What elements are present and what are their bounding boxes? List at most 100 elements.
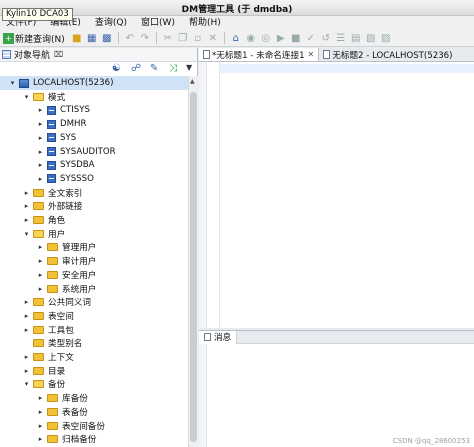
tree-item[interactable]: ▸ 归档备份: [0, 432, 188, 446]
collapsed-arrow-icon[interactable]: ▸: [22, 326, 31, 334]
execute-icon[interactable]: ▶: [274, 31, 288, 45]
paste-icon[interactable]: ▫: [191, 31, 205, 45]
tree-item[interactable]: ▸ SYS: [0, 131, 188, 145]
tree-item[interactable]: ▸ 目录: [0, 364, 188, 378]
navigator-tab[interactable]: 对象导航 ⌧: [0, 48, 197, 62]
message-gutter: [199, 344, 207, 447]
collapsed-arrow-icon[interactable]: ▸: [22, 367, 31, 375]
tree-item[interactable]: ▸ DMHR: [0, 117, 188, 131]
home-icon[interactable]: ⌂: [229, 31, 243, 45]
undo-icon[interactable]: ↶: [123, 31, 137, 45]
uncomment-icon[interactable]: ▨: [379, 31, 393, 45]
delete-icon[interactable]: ✕: [206, 31, 220, 45]
collapsed-arrow-icon[interactable]: ▸: [36, 120, 45, 128]
message-output[interactable]: [199, 344, 474, 447]
message-tab-label: 消息: [214, 333, 232, 343]
expanded-arrow-icon[interactable]: ▾: [22, 230, 31, 238]
tree-item[interactable]: ▾ 用户: [0, 227, 188, 241]
explain-icon[interactable]: ☰: [334, 31, 348, 45]
collapsed-arrow-icon[interactable]: ▸: [36, 161, 45, 169]
tree-item[interactable]: ▸ SYSSSO: [0, 172, 188, 186]
tree-item[interactable]: ▸ 库备份: [0, 391, 188, 405]
scrollbar-thumb[interactable]: [190, 92, 197, 442]
collapsed-arrow-icon[interactable]: ▸: [36, 257, 45, 265]
menu-window[interactable]: 窗口(W): [135, 16, 183, 30]
schema-icon: [47, 174, 56, 184]
tree-item[interactable]: ▸ CTISYS: [0, 103, 188, 117]
tree-item[interactable]: ▾ 模式: [0, 90, 188, 104]
cut-icon[interactable]: ✂: [161, 31, 175, 45]
collapsed-arrow-icon[interactable]: ▸: [36, 175, 45, 183]
tree-item[interactable]: 类型别名: [0, 336, 188, 350]
new-query-button[interactable]: + 新建查询(N): [3, 32, 69, 45]
expanded-arrow-icon[interactable]: ▾: [22, 93, 31, 101]
collapsed-arrow-icon[interactable]: ▸: [36, 435, 45, 443]
collapsed-arrow-icon[interactable]: ▸: [22, 312, 31, 320]
sql-editor[interactable]: [199, 62, 474, 328]
tree-item[interactable]: ▸ 公共同义词: [0, 295, 188, 309]
navigator-scrollbar[interactable]: ▲: [188, 76, 198, 447]
tree-item[interactable]: ▸ 审计用户: [0, 254, 188, 268]
close-icon[interactable]: ⌧: [54, 50, 63, 59]
refresh-connection-icon[interactable]: ☍: [131, 63, 141, 74]
rollback-icon[interactable]: ↺: [319, 31, 333, 45]
collapsed-arrow-icon[interactable]: ▸: [36, 408, 45, 416]
tree-item-label: 类型别名: [48, 339, 83, 350]
tree-item[interactable]: ▸ 表空间: [0, 309, 188, 323]
copy-icon[interactable]: ❐: [176, 31, 190, 45]
edit-icon[interactable]: ✎: [150, 63, 158, 74]
folder-icon: [47, 270, 58, 279]
tree-item[interactable]: ▸ SYSAUDITOR: [0, 145, 188, 159]
commit-icon[interactable]: ✓: [304, 31, 318, 45]
expanded-arrow-icon[interactable]: ▾: [22, 380, 31, 388]
close-icon[interactable]: ✕: [308, 50, 315, 59]
collapsed-arrow-icon[interactable]: ▸: [22, 353, 31, 361]
expand-icon[interactable]: ⤨: [169, 63, 177, 74]
tree-item[interactable]: ▸ 管理用户: [0, 240, 188, 254]
save-icon[interactable]: ▦: [85, 31, 99, 45]
tree-item[interactable]: ▸ 系统用户: [0, 282, 188, 296]
new-connection-icon[interactable]: ☯: [112, 63, 121, 74]
collapsed-arrow-icon[interactable]: ▸: [36, 285, 45, 293]
tree-item[interactable]: ▸ 工具包: [0, 323, 188, 337]
tree-item[interactable]: ▸ SYSDBA: [0, 158, 188, 172]
tree-item[interactable]: ▸ 全文索引: [0, 186, 188, 200]
menu-help[interactable]: 帮助(H): [183, 16, 229, 30]
tree-item[interactable]: ▾ 备份: [0, 377, 188, 391]
editor-tab-1[interactable]: *无标题1 - 未命名连接1 ✕: [199, 48, 320, 61]
collapsed-arrow-icon[interactable]: ▸: [22, 189, 31, 197]
tab-messages[interactable]: 消息: [199, 330, 238, 344]
view-menu-icon[interactable]: ▼: [186, 63, 192, 72]
collapsed-arrow-icon[interactable]: ▸: [22, 202, 31, 210]
tree-item[interactable]: ▾ LOCALHOST(5236): [0, 76, 188, 90]
collapsed-arrow-icon[interactable]: ▸: [36, 394, 45, 402]
tree-item[interactable]: ▸ 表空间备份: [0, 419, 188, 433]
collapsed-arrow-icon[interactable]: ▸: [36, 243, 45, 251]
disconnect-icon[interactable]: ◎: [259, 31, 273, 45]
collapsed-arrow-icon[interactable]: ▸: [22, 216, 31, 224]
expanded-arrow-icon[interactable]: ▾: [8, 79, 17, 87]
open-folder-icon[interactable]: ■: [70, 31, 84, 45]
menu-query[interactable]: 查询(Q): [89, 16, 135, 30]
collapsed-arrow-icon[interactable]: ▸: [36, 106, 45, 114]
collapsed-arrow-icon[interactable]: ▸: [36, 271, 45, 279]
format-icon[interactable]: ▤: [349, 31, 363, 45]
tree-item[interactable]: ▸ 安全用户: [0, 268, 188, 282]
tree-item[interactable]: ▸ 表备份: [0, 405, 188, 419]
collapsed-arrow-icon[interactable]: ▸: [36, 422, 45, 430]
tree-item[interactable]: ▸ 角色: [0, 213, 188, 227]
redo-icon[interactable]: ↷: [138, 31, 152, 45]
tree-item[interactable]: ▸ 上下文: [0, 350, 188, 364]
tree-item[interactable]: ▸ 外部链接: [0, 199, 188, 213]
folder-icon: [33, 311, 44, 320]
folder-icon: [47, 284, 58, 293]
connect-icon[interactable]: ◉: [244, 31, 258, 45]
collapsed-arrow-icon[interactable]: ▸: [22, 298, 31, 306]
stop-icon[interactable]: ■: [289, 31, 303, 45]
save-all-icon[interactable]: ▩: [100, 31, 114, 45]
comment-icon[interactable]: ▧: [364, 31, 378, 45]
scroll-up-icon[interactable]: ▲: [190, 78, 195, 85]
editor-tab-2[interactable]: 无标题2 - LOCALHOST(5236): [319, 48, 456, 61]
collapsed-arrow-icon[interactable]: ▸: [36, 134, 45, 142]
collapsed-arrow-icon[interactable]: ▸: [36, 148, 45, 156]
